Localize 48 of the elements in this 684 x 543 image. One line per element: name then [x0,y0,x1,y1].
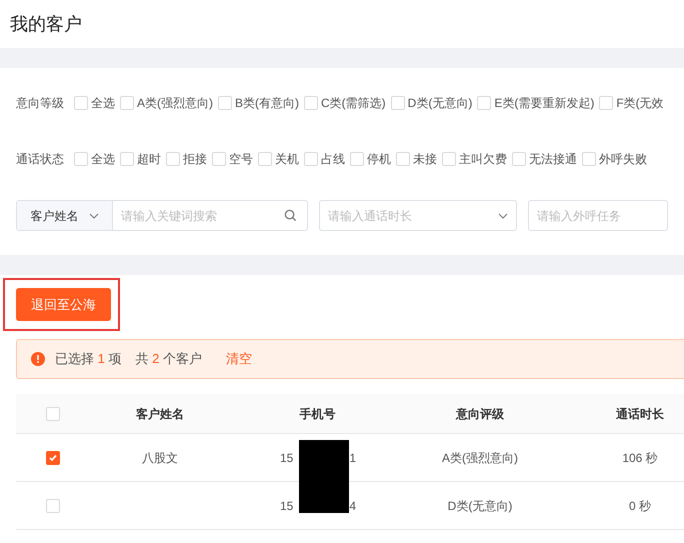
chevron-down-icon [498,212,508,218]
checkbox-label: F类(无效 [616,95,664,112]
selection-summary: 已选择 1 项 共 2 个客户 [55,350,202,368]
table-cell-text: A类(强烈意向) [442,450,518,466]
checkbox-label: 空号 [229,151,253,168]
task-field[interactable]: 请输入外呼任务 [528,200,668,231]
checkbox-label: 拒接 [183,151,207,168]
checkbox-label: 全选 [91,151,115,168]
search-icon [284,209,297,222]
table-cell-text: 106 秒 [622,450,658,466]
table-cell-text: D类(无意向) [448,498,512,514]
page-title: 我的客户 [10,12,82,36]
checkbox-label: 超时 [137,151,161,168]
duration-select[interactable]: 请输入通话时长 [319,200,517,231]
checkbox-label: 停机 [367,151,391,168]
alert-icon [31,352,45,366]
phone-fragment: 15 [280,498,294,514]
check-icon [48,452,58,462]
checkbox-label: 未接 [413,151,437,168]
checkbox-label: C类(需筛选) [321,95,386,112]
return-to-pool-button[interactable]: 退回至公海 [16,288,111,321]
checkbox-label: E类(需要重新发起) [494,95,594,112]
filter-label: 通话状态 [16,151,64,168]
checkbox-label: 外呼失败 [599,151,647,168]
chevron-down-icon [88,212,98,218]
checkbox[interactable] [46,450,60,464]
table-cell-text: 八股文 [142,450,178,466]
checkbox-label: B类(有意向) [235,95,299,112]
column-header: 通话时长 [616,406,664,422]
field-select[interactable]: 客户姓名 [17,201,113,230]
keyword-search-field[interactable]: 请输入关键词搜索 [113,206,284,224]
checkbox-label: A类(强烈意向) [137,95,213,112]
checkbox-label: D类(无意向) [408,95,472,112]
search-bar[interactable]: 客户姓名 请输入关键词搜索 [16,200,308,231]
checkbox-label: 关机 [275,151,299,168]
checkbox-label: 占线 [321,151,345,168]
phone-fragment: 4 [349,498,356,514]
column-header: 手机号 [300,406,336,422]
column-header: 意向评级 [456,406,504,422]
phone-fragment: 15 [280,450,294,466]
phone-fragment: 1 [349,450,356,466]
checkbox-label: 主叫欠费 [459,151,507,168]
table-cell-text: 0 秒 [628,498,651,514]
column-header: 客户姓名 [136,406,184,422]
checkbox-label: 无法接通 [529,151,577,168]
clear-link[interactable]: 清空 [226,349,252,369]
filter-label: 意向等级 [16,95,64,112]
checkbox-label: 全选 [91,95,115,112]
